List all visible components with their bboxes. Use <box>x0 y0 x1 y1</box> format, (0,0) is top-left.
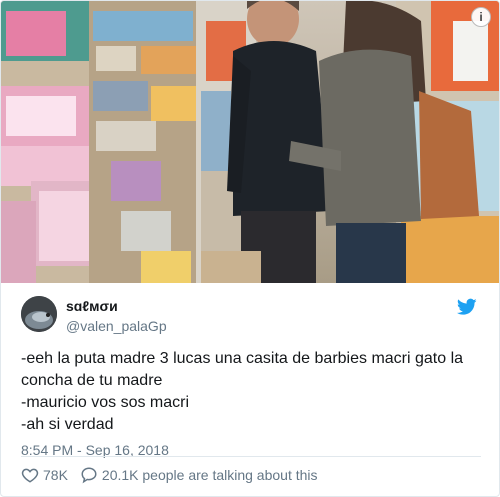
toy-store-photo <box>1 1 499 283</box>
speech-bubble-icon <box>81 467 97 484</box>
tweet-body: sɑℓмσи @valen_palaGp -eeh la puta madre … <box>21 294 481 458</box>
avatar[interactable] <box>21 296 57 332</box>
display-name[interactable]: sɑℓмσи <box>66 298 118 314</box>
divider <box>21 456 481 457</box>
talking-link[interactable]: 20.1K people are talking about this <box>80 466 318 484</box>
like-count: 78K <box>43 467 68 483</box>
info-icon[interactable]: i <box>471 7 491 27</box>
heart-icon <box>21 468 39 483</box>
tweet-header: sɑℓмσи @valen_palaGp <box>21 294 481 338</box>
like-button[interactable]: 78K <box>21 466 68 484</box>
user-handle[interactable]: @valen_palaGp <box>66 318 167 334</box>
tweet-embed-card: i sɑℓмσи @valen_palaGp -eeh la puta madr… <box>0 0 500 497</box>
avatar-image <box>21 296 57 332</box>
twitter-bird-icon[interactable] <box>457 298 477 316</box>
tweet-photo[interactable]: i <box>1 1 499 283</box>
tweet-text: -eeh la puta madre 3 lucas una casita de… <box>21 350 464 433</box>
talking-count: 20.1K people are talking about this <box>101 467 318 483</box>
tweet-actions: 78K 20.1K people are talking about this <box>21 466 318 484</box>
